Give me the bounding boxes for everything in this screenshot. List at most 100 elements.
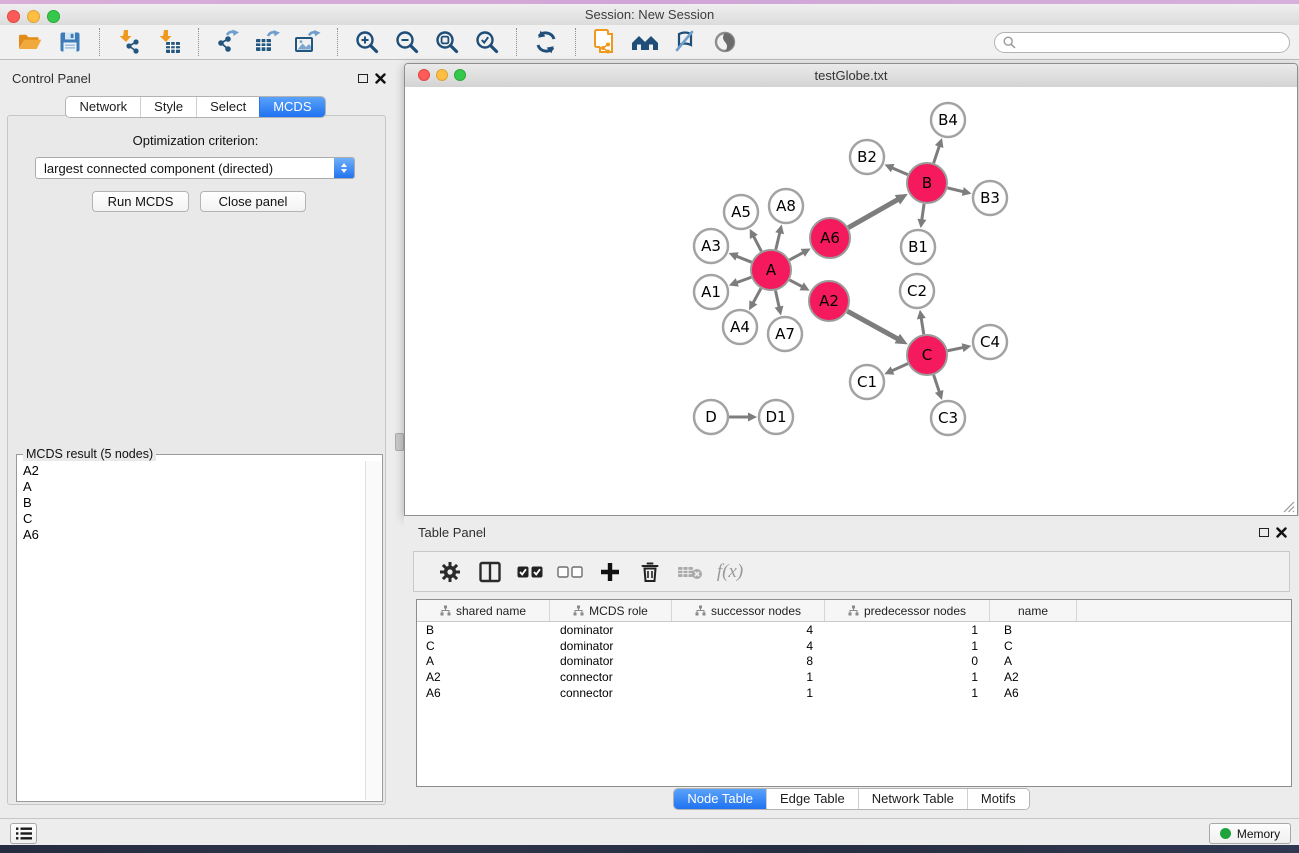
flag-slash-button[interactable] [670,28,700,56]
graph-node-A7[interactable]: A7 [768,317,802,351]
column-header-successor-nodes[interactable]: successor nodes [672,600,825,621]
function-builder-icon[interactable]: f(x) [710,557,750,587]
mcds-result-item[interactable]: B [23,495,366,511]
resize-grip-icon[interactable] [1282,500,1295,513]
graph-edge-B-B4[interactable] [934,138,944,163]
graph-node-A3[interactable]: A3 [694,229,728,263]
tab-edge-table[interactable]: Edge Table [766,789,858,809]
zoom-out-button[interactable] [392,28,422,56]
deselect-all-checkboxes-icon[interactable] [550,557,590,587]
graph-edge-C-C3[interactable] [934,375,944,400]
graph-node-B[interactable]: B [907,163,947,203]
column-header-predecessor-nodes[interactable]: predecessor nodes [825,600,990,621]
close-panel-button[interactable]: Close panel [200,191,306,212]
graph-edge-A-A3[interactable] [729,252,752,262]
vertical-splitter-handle[interactable] [395,433,404,451]
graph-edge-C-C4[interactable] [948,343,972,352]
graph-edge-A-A8[interactable] [775,224,784,249]
criterion-dropdown[interactable]: largest connected component (directed) [35,157,355,179]
search-field[interactable] [994,32,1290,53]
graph-node-A6[interactable]: A6 [810,218,850,258]
tab-style[interactable]: Style [140,97,196,117]
graph-node-A4[interactable]: A4 [723,310,757,344]
table-row[interactable]: A6connector11A6 [417,685,1291,701]
graph-node-B4[interactable]: B4 [931,103,965,137]
graph-node-C3[interactable]: C3 [931,401,965,435]
zoom-fit-button[interactable] [432,28,462,56]
network-canvas[interactable]: A A1 A2 A3 A4 A5 A6 A7 A8 B B1 B2 B3 B4 C C1 C2 C3 C4 D D1 [405,87,1297,515]
tab-network-table[interactable]: Network Table [858,789,967,809]
add-icon[interactable] [590,557,630,587]
column-header-MCDS-role[interactable]: MCDS role [550,600,672,621]
close-panel-icon[interactable] [375,73,386,84]
graph-edge-C-C2[interactable] [917,310,926,334]
eye-button[interactable] [710,28,740,56]
table-row[interactable]: Adominator80A [417,654,1291,670]
graph-node-A2[interactable]: A2 [809,281,849,321]
graph-node-B3[interactable]: B3 [973,181,1007,215]
import-table-button[interactable] [154,28,184,56]
float-table-panel-icon[interactable] [1259,528,1269,537]
zoom-selected-button[interactable] [472,28,502,56]
graph-edge-A-A2[interactable] [790,280,810,291]
graph-node-C2[interactable]: C2 [900,274,934,308]
graph-edge-D-D1[interactable] [729,413,757,422]
table-row[interactable]: A2connector11A2 [417,669,1291,685]
graph-node-B2[interactable]: B2 [850,140,884,174]
graph-edge-B-B1[interactable] [917,204,926,228]
graph-edge-A-A6[interactable] [789,248,810,259]
mcds-result-item[interactable]: A [23,479,366,495]
column-header-name[interactable]: name [990,600,1077,621]
graph-node-C1[interactable]: C1 [850,365,884,399]
apply-layout-button[interactable] [531,28,561,56]
columns-icon[interactable] [470,557,510,587]
graph-edge-B-B3[interactable] [947,187,971,196]
delete-table-icon[interactable] [670,557,710,587]
graph-node-A5[interactable]: A5 [724,195,758,229]
import-network-button[interactable] [114,28,144,56]
graph-edge-A-A1[interactable] [729,277,751,286]
close-table-panel-icon[interactable] [1276,527,1287,538]
graph-node-C[interactable]: C [907,335,947,375]
export-image-button[interactable] [293,28,323,56]
mcds-result-item[interactable]: C [23,511,366,527]
graph-edge-A2-C[interactable] [847,311,907,344]
tab-mcds[interactable]: MCDS [259,97,324,117]
run-mcds-button[interactable]: Run MCDS [92,191,189,212]
tab-select[interactable]: Select [196,97,259,117]
graph-edge-A6-B[interactable] [848,194,908,228]
tab-network[interactable]: Network [66,97,140,117]
graph-edge-B-B2[interactable] [884,164,907,175]
graph-node-B1[interactable]: B1 [901,230,935,264]
column-header-shared-name[interactable]: shared name [417,600,550,621]
network-from-selection-button[interactable] [590,28,620,56]
float-panel-icon[interactable] [358,74,368,83]
export-network-button[interactable] [213,28,243,56]
select-all-checkboxes-icon[interactable] [510,557,550,587]
delete-icon[interactable] [630,557,670,587]
graph-node-D1[interactable]: D1 [759,400,793,434]
table-row[interactable]: Bdominator41B [417,622,1291,638]
zoom-in-button[interactable] [352,28,382,56]
home-button[interactable] [630,28,660,56]
dropdown-stepper-icon[interactable] [334,158,354,178]
graph-edge-A-A7[interactable] [775,291,784,316]
mcds-result-item[interactable]: A6 [23,527,366,543]
mcds-result-scrollbar[interactable] [365,461,381,800]
search-input[interactable] [1016,35,1270,51]
table-row[interactable]: Cdominator41C [417,638,1291,654]
memory-button[interactable]: Memory [1209,823,1291,844]
graph-node-A1[interactable]: A1 [694,275,728,309]
graph-edge-A-A4[interactable] [749,288,761,310]
open-session-button[interactable] [15,28,45,56]
graph-node-A8[interactable]: A8 [769,189,803,223]
graph-node-C4[interactable]: C4 [973,325,1007,359]
tab-node-table[interactable]: Node Table [674,789,766,809]
task-history-button[interactable] [10,823,37,844]
save-session-button[interactable] [55,28,85,56]
tab-motifs[interactable]: Motifs [967,789,1029,809]
graph-node-D[interactable]: D [694,400,728,434]
graph-edge-A-A5[interactable] [750,229,762,251]
graph-edge-C-C1[interactable] [884,364,908,375]
graph-node-A[interactable]: A [751,250,791,290]
